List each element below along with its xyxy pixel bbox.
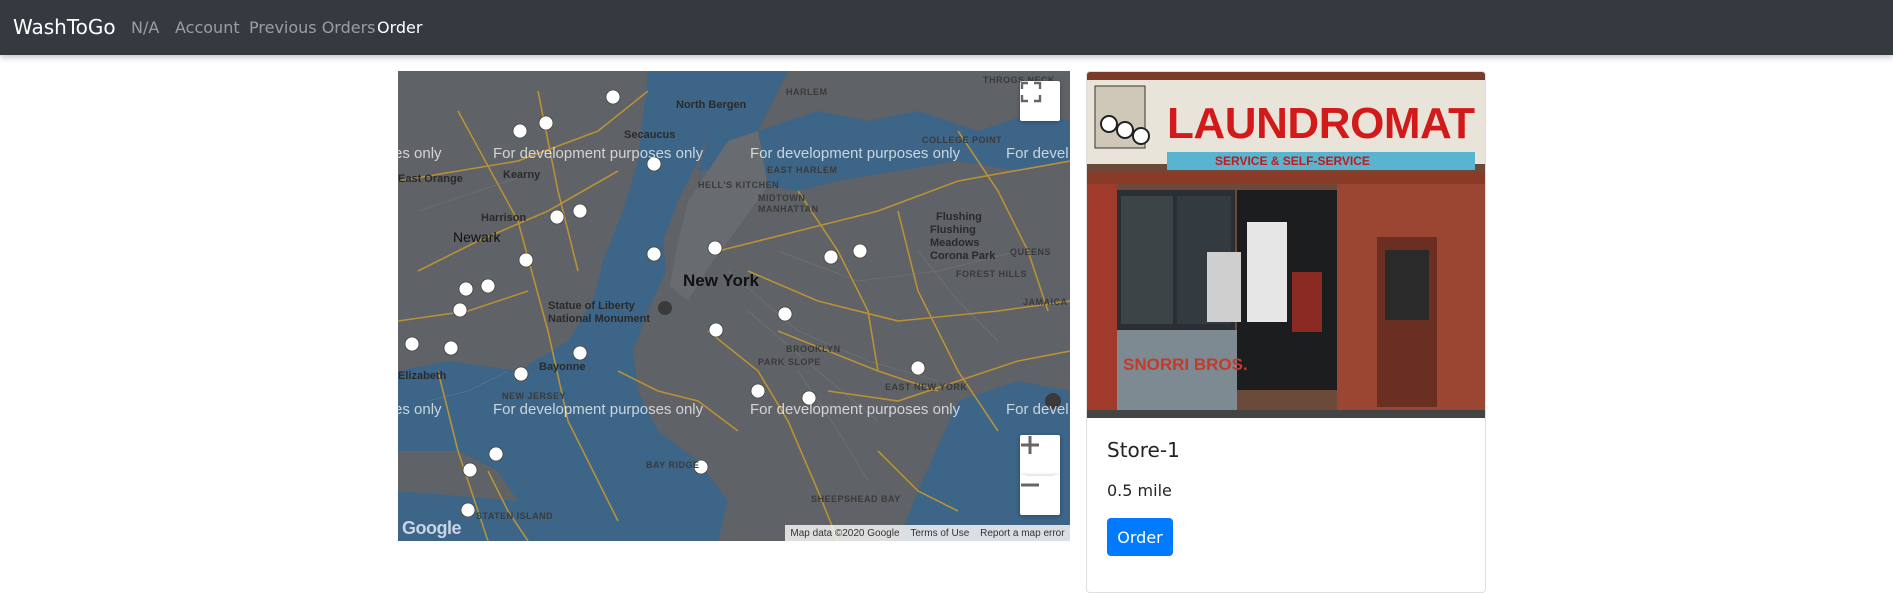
place-label: COLLEGE POINT <box>922 135 1003 145</box>
counter-text: SNORRI BROS. <box>1123 355 1248 374</box>
place-label: Kearny <box>503 169 541 181</box>
laundromat-photo: LAUNDROMAT SERVICE & SELF-SERVICE SNORRI… <box>1087 72 1485 418</box>
dev-watermark: For devel <box>1006 145 1069 162</box>
dev-watermark: For devel <box>1006 401 1069 418</box>
map-attribution: Map data ©2020 Google Terms of Use Repor… <box>785 525 1070 541</box>
place-label: NEW JERSEY <box>502 391 567 401</box>
dev-watermark: For development purposes only <box>750 145 961 162</box>
place-label: MIDTOWN MANHATTAN <box>758 193 819 214</box>
brand-logo[interactable]: WashToGo <box>13 15 116 39</box>
map-data-text: Map data ©2020 Google <box>790 527 900 539</box>
place-label: PARK SLOPE <box>758 357 821 367</box>
zoom-divider <box>1026 475 1054 476</box>
store-image: LAUNDROMAT SERVICE & SELF-SERVICE SNORRI… <box>1087 72 1485 418</box>
place-label: Statue of Liberty National Monument <box>548 300 651 325</box>
zoom-in-button[interactable] <box>1020 435 1060 475</box>
sign-text: LAUNDROMAT <box>1167 99 1475 148</box>
place-label: BROOKLYN <box>786 344 841 354</box>
minus-icon <box>1021 483 1039 487</box>
plus-icon <box>1021 436 1039 454</box>
fullscreen-icon <box>1020 81 1042 103</box>
google-logo: Google <box>402 518 462 538</box>
report-error-link[interactable]: Report a map error <box>980 528 1064 539</box>
place-label: Harrison <box>481 212 527 224</box>
place-label: Bayonne <box>539 361 586 373</box>
zoom-out-button[interactable] <box>1020 475 1060 515</box>
sign-subtext: SERVICE & SELF-SERVICE <box>1215 154 1370 168</box>
place-label: North Bergen <box>676 99 747 111</box>
place-label: HARLEM <box>786 87 828 97</box>
dev-watermark: es only <box>398 401 442 418</box>
nav-link-order[interactable]: Order <box>377 18 422 37</box>
dev-watermark: es only <box>398 145 442 162</box>
place-label: SHEEPSHEAD BAY <box>811 494 901 504</box>
nav-link-na[interactable]: N/A <box>131 18 159 37</box>
nav-link-previous-orders[interactable]: Previous Orders <box>249 18 376 37</box>
nav-link-account[interactable]: Account <box>175 18 240 37</box>
dev-watermark: For development purposes only <box>493 401 704 418</box>
place-label: FOREST HILLS <box>956 269 1027 279</box>
dev-watermark: For development purposes only <box>493 145 704 162</box>
place-label: BAY RIDGE <box>646 460 700 470</box>
place-label: Elizabeth <box>398 370 447 382</box>
top-navbar: WashToGo N/A Account Previous Orders Ord… <box>0 0 1893 55</box>
place-label: Flushing <box>936 211 982 223</box>
terms-link[interactable]: Terms of Use <box>910 528 969 539</box>
dev-watermark: For development purposes only <box>750 401 961 418</box>
place-label: HELL'S KITCHEN <box>698 180 780 190</box>
place-label: New York <box>683 271 759 290</box>
place-label: JAMAICA <box>1023 297 1068 307</box>
place-label: Newark <box>453 229 501 245</box>
store-map[interactable]: es only For development purposes only Fo… <box>398 71 1070 541</box>
fullscreen-button[interactable] <box>1020 81 1060 121</box>
place-label: Secaucus <box>624 129 676 141</box>
order-button[interactable]: Order <box>1107 518 1173 556</box>
store-distance: 0.5 mile <box>1107 481 1172 500</box>
place-label: EAST HARLEM <box>767 165 838 175</box>
store-card: LAUNDROMAT SERVICE & SELF-SERVICE SNORRI… <box>1086 71 1486 593</box>
place-label: Flushing Meadows Corona Park <box>930 224 996 262</box>
place-label: STATEN ISLAND <box>476 511 554 521</box>
store-name: Store-1 <box>1107 438 1180 462</box>
place-label: East Orange <box>398 173 463 185</box>
place-label: EAST NEW YORK <box>885 382 968 392</box>
